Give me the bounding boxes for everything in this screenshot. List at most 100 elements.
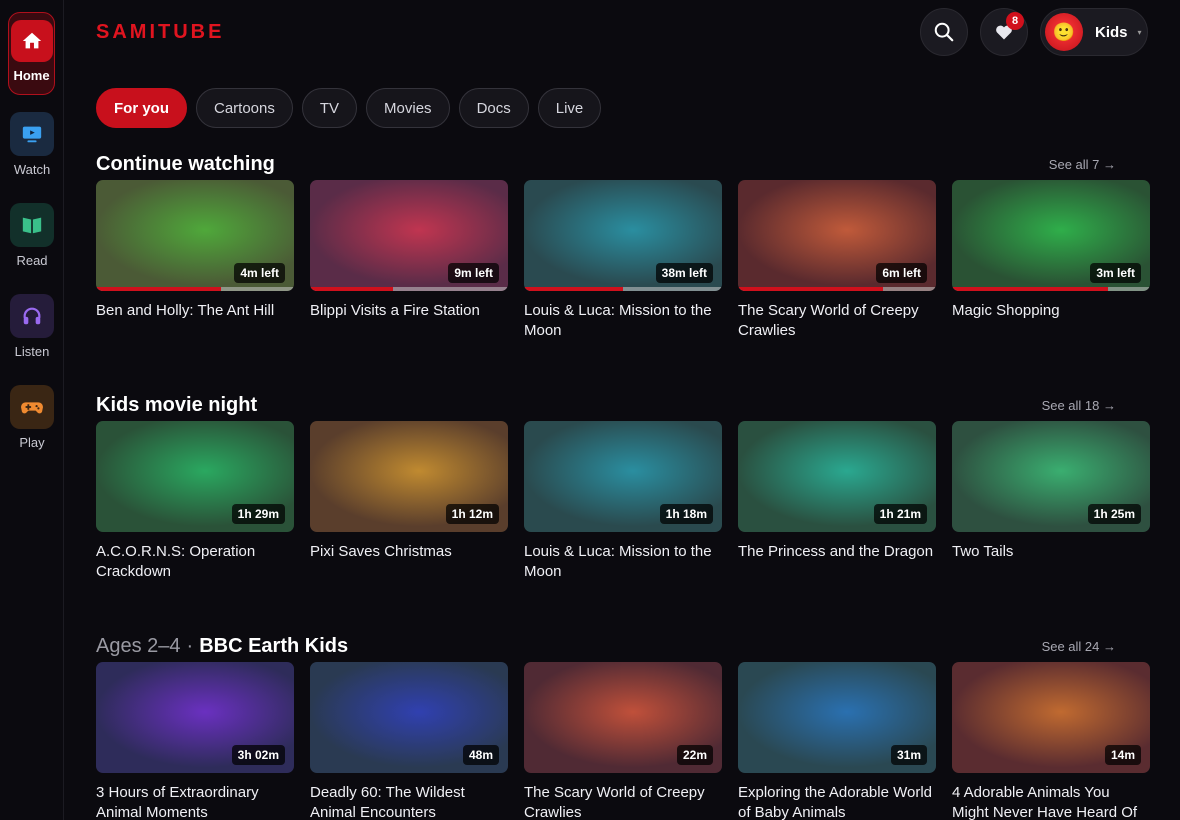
video-card[interactable]: 9m left Blippi Visits a Fire Station bbox=[310, 180, 508, 341]
video-card[interactable]: 6m left The Scary World of Creepy Crawlie… bbox=[738, 180, 936, 341]
section-kids-movie-night: Kids movie night See all 18 → 1h 29m A.C.… bbox=[96, 394, 1150, 580]
duration-badge: 6m left bbox=[876, 263, 927, 283]
watch-progress-fill bbox=[952, 287, 1109, 291]
video-thumbnail[interactable]: 1h 18m bbox=[524, 421, 722, 532]
video-thumbnail[interactable]: 1h 25m bbox=[952, 421, 1150, 532]
video-title[interactable]: The Princess and the Dragon bbox=[738, 542, 936, 562]
tab-movies[interactable]: Movies bbox=[366, 88, 450, 128]
video-thumbnail[interactable]: 31m bbox=[738, 662, 936, 773]
section-title-prefix: Ages 2–4 bbox=[96, 635, 181, 657]
section-bbc-earth-kids: Ages 2–4 · BBC Earth Kids See all 24 → 3h … bbox=[96, 635, 1150, 820]
see-all-link[interactable]: See all 7 → bbox=[1049, 157, 1116, 172]
see-all-link[interactable]: See all 24 → bbox=[1042, 639, 1116, 654]
video-title[interactable]: Louis & Luca: Mission to the Moon bbox=[524, 542, 722, 582]
duration-badge: 1h 25m bbox=[1087, 504, 1141, 524]
headphones-icon bbox=[23, 307, 41, 325]
video-card[interactable]: 1h 25m Two Tails bbox=[952, 421, 1150, 582]
app-root: Home Watch Read Listen Play SAMITUBE 8 🙂… bbox=[0, 0, 1180, 820]
video-thumbnail[interactable]: 1h 29m bbox=[96, 421, 294, 532]
play-tile bbox=[10, 385, 54, 429]
video-card[interactable]: 3h 02m 3 Hours of Extraordinary Animal Mo… bbox=[96, 662, 294, 820]
sidebar-item-home[interactable]: Home bbox=[8, 12, 55, 95]
video-card[interactable]: 4m left Ben and Holly: The Ant Hill bbox=[96, 180, 294, 341]
gamepad-icon bbox=[21, 402, 43, 414]
video-thumbnail[interactable]: 14m bbox=[952, 662, 1150, 773]
duration-badge: 9m left bbox=[448, 263, 499, 283]
watch-progress-bar bbox=[952, 287, 1150, 291]
duration-badge: 48m bbox=[462, 745, 499, 765]
video-thumbnail[interactable]: 9m left bbox=[310, 180, 508, 291]
video-title[interactable]: Blippi Visits a Fire Station bbox=[310, 301, 508, 321]
video-card[interactable]: 48m Deadly 60: The Wildest Animal Encount… bbox=[310, 662, 508, 820]
video-card[interactable]: 1h 12m Pixi Saves Christmas bbox=[310, 421, 508, 582]
video-title[interactable]: Pixi Saves Christmas bbox=[310, 542, 508, 562]
video-card[interactable]: 1h 29m A.C.O.R.N.S: Operation Crackdown bbox=[96, 421, 294, 582]
watch-progress-bar bbox=[96, 287, 294, 291]
profile-switcher[interactable]: 🙂 Kids ▾ bbox=[1040, 8, 1148, 56]
tab-for-you[interactable]: For you bbox=[96, 88, 187, 128]
video-thumbnail[interactable]: 4m left bbox=[96, 180, 294, 291]
tab-tv[interactable]: TV bbox=[301, 88, 358, 128]
video-title[interactable]: Deadly 60: The Wildest Animal Encounters bbox=[310, 783, 508, 820]
section-title: Continue watching bbox=[96, 153, 1148, 176]
sidebar-item-watch[interactable]: Watch bbox=[8, 112, 56, 177]
video-thumbnail[interactable]: 22m bbox=[524, 662, 722, 773]
section-title: Kids movie night bbox=[96, 394, 1148, 417]
watch-progress-fill bbox=[524, 287, 623, 291]
section-title-text: Continue watching bbox=[96, 153, 275, 175]
tab-cartoons[interactable]: Cartoons bbox=[196, 88, 293, 128]
see-all-link[interactable]: See all 18 → bbox=[1042, 398, 1116, 413]
video-card[interactable]: 14m 4 Adorable Animals You Might Never Ha… bbox=[952, 662, 1150, 820]
duration-badge: 22m bbox=[676, 745, 713, 765]
duration-badge: 31m bbox=[890, 745, 927, 765]
sidebar-item-play[interactable]: Play bbox=[8, 385, 56, 450]
sidebar-item-label: Read bbox=[16, 253, 48, 268]
video-thumbnail[interactable]: 3m left bbox=[952, 180, 1150, 291]
watch-tile bbox=[10, 112, 54, 156]
video-card[interactable]: 1h 18m Louis & Luca: Mission to the Moon bbox=[524, 421, 722, 582]
video-title[interactable]: Louis & Luca: Mission to the Moon bbox=[524, 301, 722, 341]
card-row: 4m left Ben and Holly: The Ant Hill 9m lef… bbox=[96, 180, 1150, 341]
duration-badge: 3m left bbox=[1090, 263, 1141, 283]
duration-badge: 4m left bbox=[234, 263, 285, 283]
duration-badge: 38m left bbox=[655, 263, 713, 283]
video-card[interactable]: 1h 21m The Princess and the Dragon bbox=[738, 421, 936, 582]
video-thumbnail[interactable]: 38m left bbox=[524, 180, 722, 291]
video-thumbnail[interactable]: 48m bbox=[310, 662, 508, 773]
video-title[interactable]: The Scary World of Creepy Crawlies bbox=[524, 783, 722, 820]
video-thumbnail[interactable]: 1h 12m bbox=[310, 421, 508, 532]
watch-progress-fill bbox=[310, 287, 394, 291]
avatar: 🙂 bbox=[1045, 13, 1083, 51]
video-title[interactable]: Ben and Holly: The Ant Hill bbox=[96, 301, 294, 321]
book-icon bbox=[22, 217, 42, 234]
video-card[interactable]: 22m The Scary World of Creepy Crawlies bbox=[524, 662, 722, 820]
sidebar-item-label: Watch bbox=[13, 162, 51, 177]
tab-docs[interactable]: Docs bbox=[458, 88, 529, 128]
video-title[interactable]: A.C.O.R.N.S: Operation Crackdown bbox=[96, 542, 294, 582]
video-thumbnail[interactable]: 3h 02m bbox=[96, 662, 294, 773]
search-button[interactable] bbox=[920, 8, 968, 56]
video-title[interactable]: Exploring the Adorable World of Baby Ani… bbox=[738, 783, 936, 820]
video-card[interactable]: 3m left Magic Shopping bbox=[952, 180, 1150, 341]
home-icon-tile bbox=[10, 20, 53, 62]
video-card[interactable]: 38m left Louis & Luca: Mission to the Moo… bbox=[524, 180, 722, 341]
video-thumbnail[interactable]: 6m left bbox=[738, 180, 936, 291]
duration-badge: 14m bbox=[1104, 745, 1141, 765]
video-thumbnail[interactable]: 1h 21m bbox=[738, 421, 936, 532]
video-title[interactable]: 3 Hours of Extraordinary Animal Moments bbox=[96, 783, 294, 820]
video-title[interactable]: The Scary World of Creepy Crawlies bbox=[738, 301, 936, 341]
duration-badge: 1h 12m bbox=[445, 504, 499, 524]
video-title[interactable]: Magic Shopping bbox=[952, 301, 1150, 321]
favorites-button[interactable]: 8 bbox=[980, 8, 1028, 56]
app-logo[interactable]: SAMITUBE bbox=[96, 21, 224, 44]
section-title-text: BBC Earth Kids bbox=[199, 635, 349, 657]
profile-name: Kids bbox=[1095, 23, 1128, 41]
watch-progress-bar bbox=[524, 287, 722, 291]
tab-live[interactable]: Live bbox=[537, 88, 602, 128]
video-card[interactable]: 31m Exploring the Adorable World of Baby … bbox=[738, 662, 936, 820]
sidebar-item-listen[interactable]: Listen bbox=[8, 294, 56, 359]
sidebar-item-read[interactable]: Read bbox=[8, 203, 56, 268]
video-title[interactable]: Two Tails bbox=[952, 542, 1150, 562]
watch-progress-bar bbox=[310, 287, 508, 291]
video-title[interactable]: 4 Adorable Animals You Might Never Have … bbox=[952, 783, 1150, 820]
